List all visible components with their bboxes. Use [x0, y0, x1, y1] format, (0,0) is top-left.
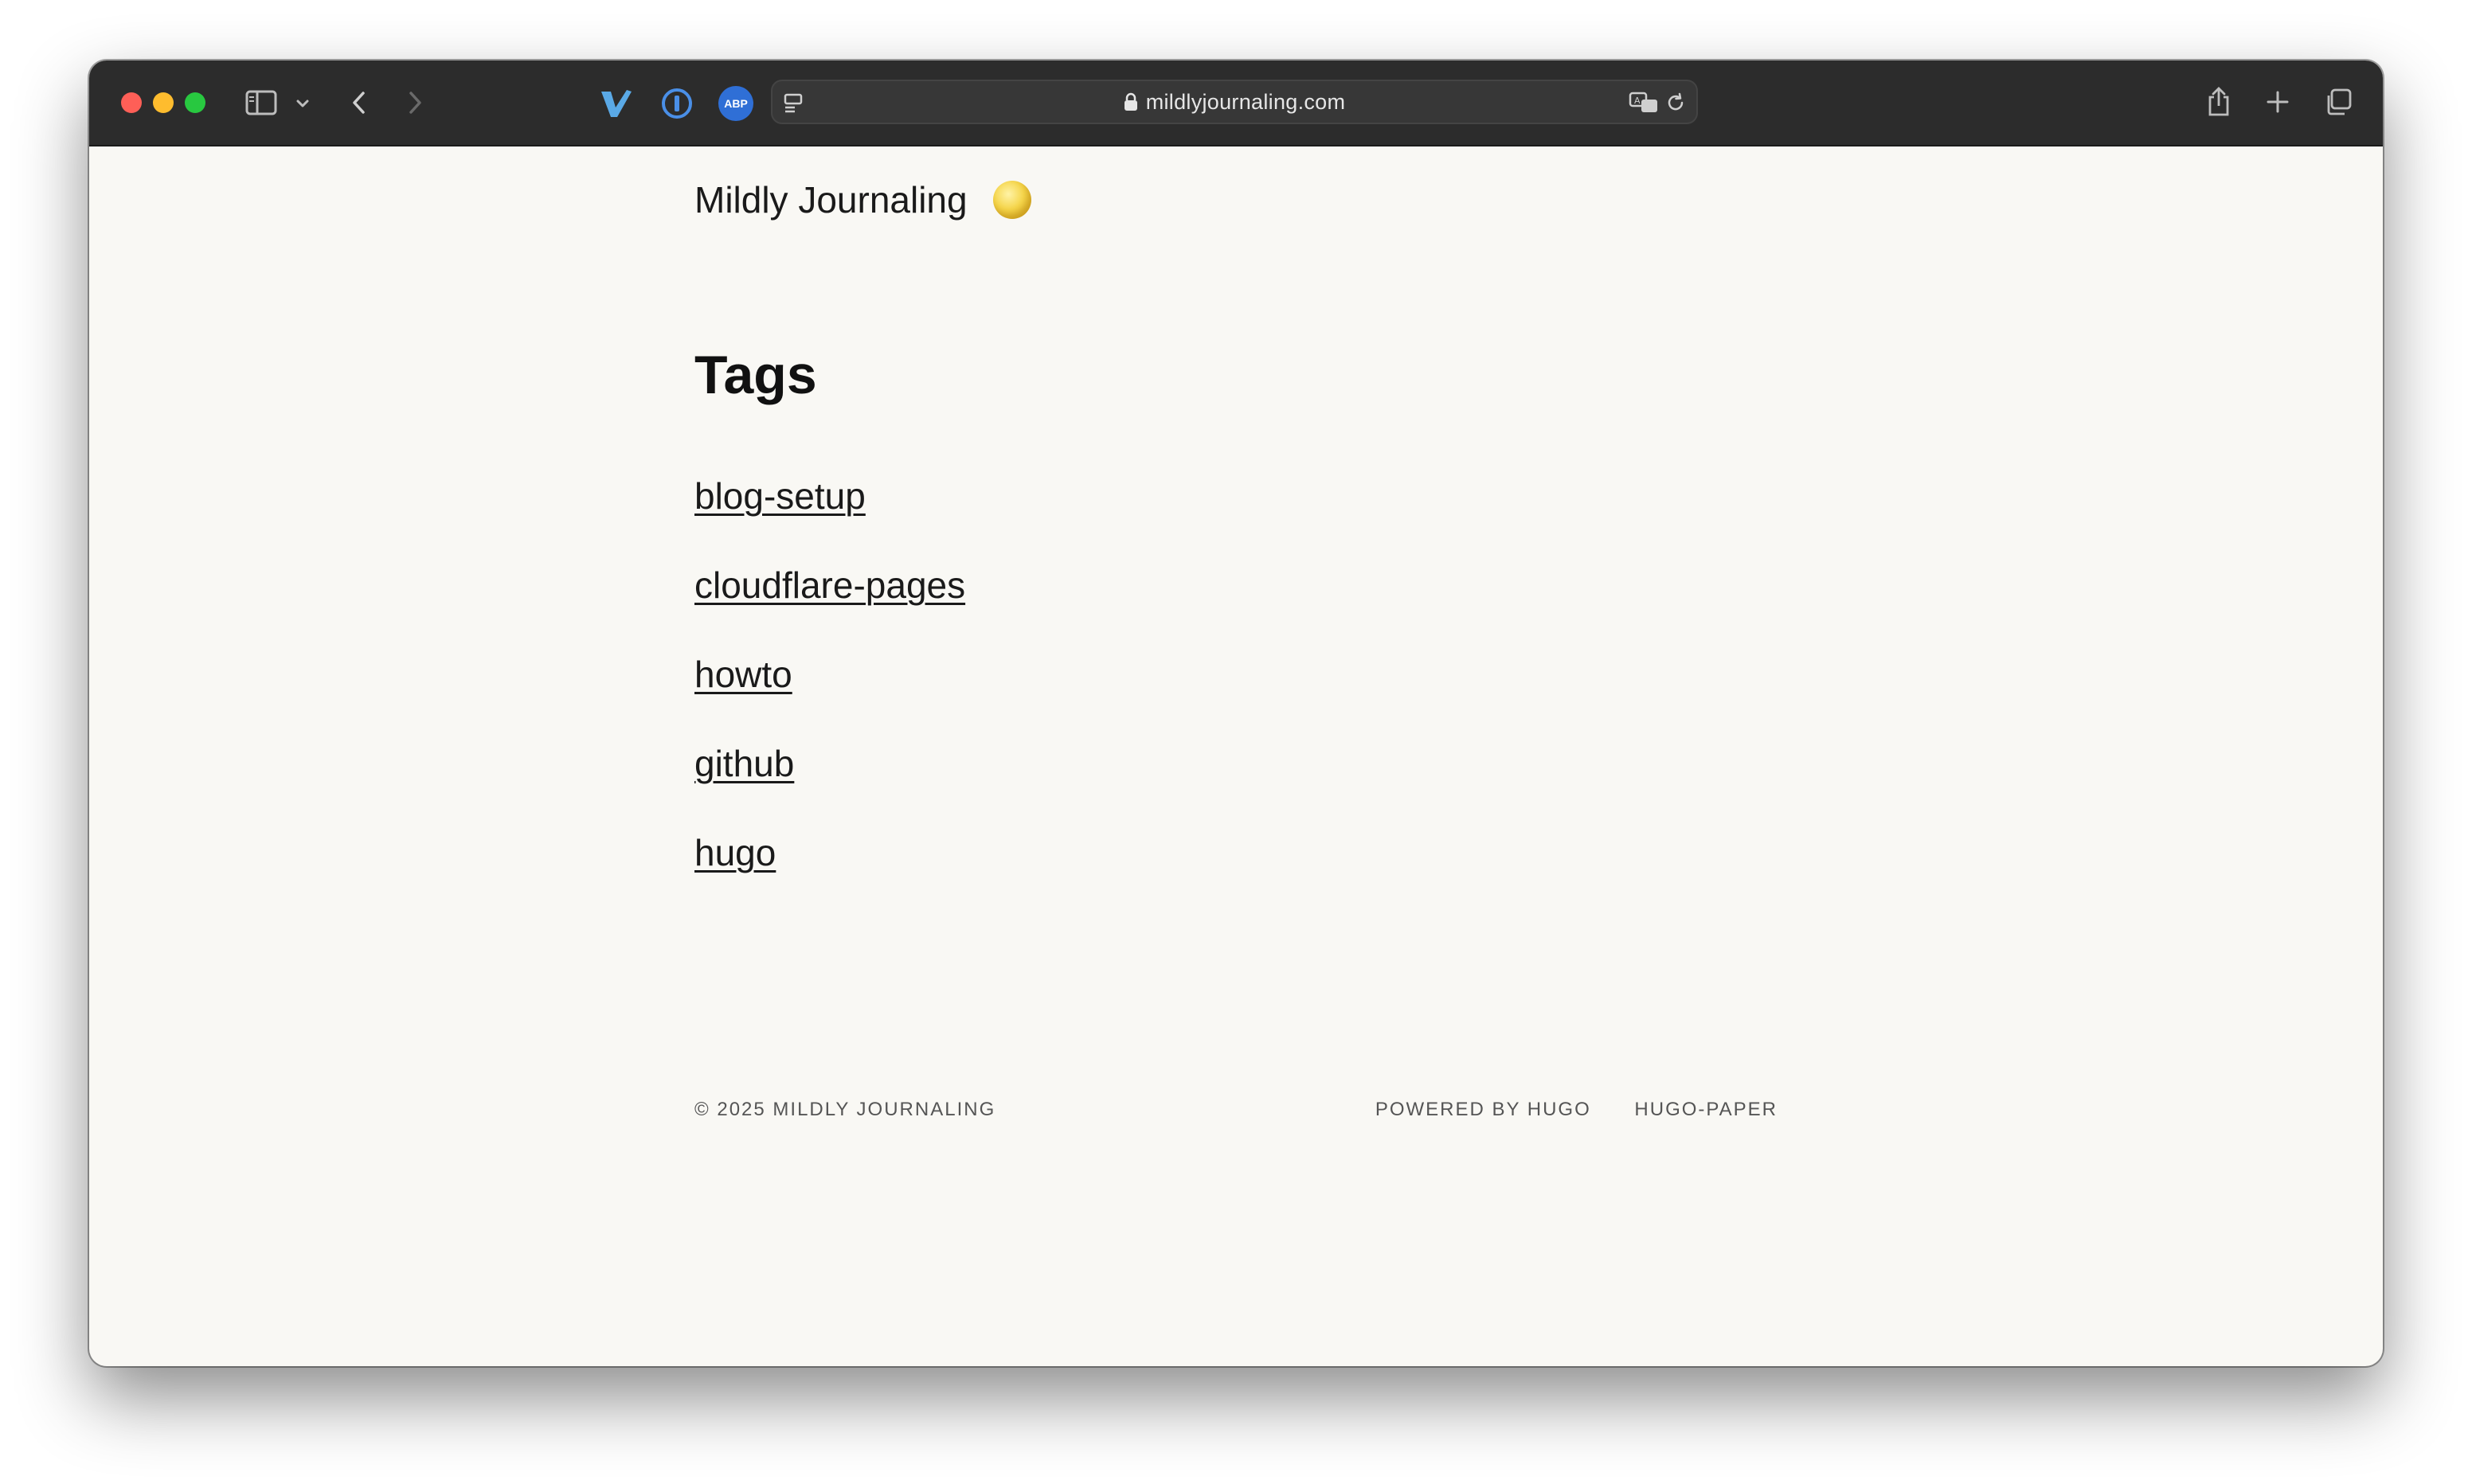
tag-link-howto[interactable]: howto [694, 654, 792, 695]
zoom-window-button[interactable] [185, 92, 205, 113]
sidebar-toggle-icon[interactable] [244, 88, 279, 118]
copyright-text: © 2025 MILDLY JOURNALING [694, 1099, 996, 1120]
theme-link[interactable]: HUGO-PAPER [1634, 1099, 1778, 1120]
lock-icon [1124, 92, 1138, 111]
list-item: github [694, 742, 965, 831]
close-window-button[interactable] [121, 92, 142, 113]
site-header: Mildly Journaling [694, 178, 1031, 221]
chevron-down-icon[interactable] [293, 94, 312, 113]
translate-icon[interactable]: A [1628, 91, 1660, 115]
reload-icon[interactable] [1663, 91, 1688, 115]
list-item: blog-setup [694, 474, 965, 564]
list-item: cloudflare-pages [694, 564, 965, 653]
powered-by-hugo-link[interactable]: POWERED BY HUGO [1375, 1099, 1591, 1120]
url-text: mildlyjournaling.com [1145, 89, 1346, 114]
password-manager-icon[interactable] [659, 86, 694, 121]
site-title-link[interactable]: Mildly Journaling [694, 178, 968, 221]
vimari-extension-icon[interactable] [599, 86, 634, 121]
tab-overview-icon[interactable] [2322, 86, 2354, 118]
list-item: howto [694, 653, 965, 742]
browser-toolbar: ABP mildlyjournaling.com A [89, 61, 2383, 146]
tag-link-cloudflare-pages[interactable]: cloudflare-pages [694, 564, 965, 606]
forward-arrow-icon[interactable] [403, 88, 427, 118]
browser-window: ABP mildlyjournaling.com A Mildly Journa… [89, 61, 2383, 1366]
adblock-plus-icon[interactable]: ABP [718, 86, 753, 121]
tag-link-hugo[interactable]: hugo [694, 832, 776, 873]
back-arrow-icon[interactable] [347, 88, 371, 118]
tag-list: blog-setup cloudflare-pages howto github… [694, 474, 965, 920]
page-content: Mildly Journaling Tags blog-setup cloudf… [89, 146, 2383, 1366]
page-title: Tags [694, 345, 817, 405]
address-bar[interactable]: mildlyjournaling.com A [771, 80, 1698, 124]
share-icon[interactable] [2204, 84, 2233, 119]
minimize-window-button[interactable] [153, 92, 174, 113]
list-item: hugo [694, 831, 965, 920]
url-display[interactable]: mildlyjournaling.com [772, 81, 1696, 123]
new-tab-plus-icon[interactable] [2263, 88, 2292, 116]
tag-link-github[interactable]: github [694, 743, 794, 784]
svg-text:A: A [1634, 96, 1641, 106]
footer-links: POWERED BY HUGO HUGO-PAPER [1339, 1099, 1778, 1121]
tag-link-blog-setup[interactable]: blog-setup [694, 475, 866, 517]
moon-icon[interactable] [992, 181, 1031, 219]
